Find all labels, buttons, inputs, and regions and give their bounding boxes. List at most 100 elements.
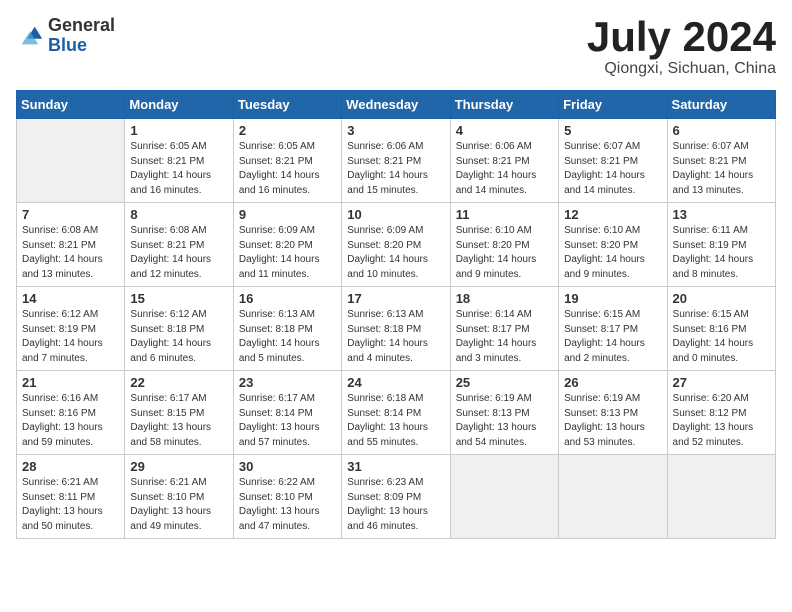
calendar-cell: 5 Sunrise: 6:07 AMSunset: 8:21 PMDaylight… (559, 119, 667, 203)
logo-text: General Blue (48, 16, 115, 56)
logo-general: General (48, 16, 115, 36)
calendar-cell: 10 Sunrise: 6:09 AMSunset: 8:20 PMDayligh… (342, 203, 450, 287)
day-info: Sunrise: 6:05 AMSunset: 8:21 PMDaylight:… (130, 140, 227, 198)
weekday-header: Monday (125, 91, 233, 119)
day-info: Sunrise: 6:06 AMSunset: 8:21 PMDaylight:… (347, 140, 444, 198)
day-info: Sunrise: 6:09 AMSunset: 8:20 PMDaylight:… (347, 224, 444, 282)
calendar-cell (559, 455, 667, 539)
calendar-cell: 18 Sunrise: 6:14 AMSunset: 8:17 PMDayligh… (450, 287, 558, 371)
weekday-header-row: SundayMondayTuesdayWednesdayThursdayFrid… (17, 91, 776, 119)
weekday-header: Thursday (450, 91, 558, 119)
calendar-cell: 27 Sunrise: 6:20 AMSunset: 8:12 PMDayligh… (667, 371, 775, 455)
day-info: Sunrise: 6:21 AMSunset: 8:10 PMDaylight:… (130, 476, 227, 534)
calendar-cell: 8Sunrise: 6:08 AMSunset: 8:21 PMDaylight… (125, 203, 233, 287)
day-info: Sunrise: 6:18 AMSunset: 8:14 PMDaylight:… (347, 392, 444, 450)
day-number: 3 (347, 123, 444, 138)
day-number: 11 (456, 207, 553, 222)
page-header: General Blue July 2024 Qiongxi, Sichuan,… (16, 16, 776, 78)
day-number: 15 (130, 291, 227, 306)
calendar-cell: 22Sunrise: 6:17 AMSunset: 8:15 PMDayligh… (125, 371, 233, 455)
day-number: 2 (239, 123, 336, 138)
calendar-cell: 4 Sunrise: 6:06 AMSunset: 8:21 PMDaylight… (450, 119, 558, 203)
day-info: Sunrise: 6:20 AMSunset: 8:12 PMDaylight:… (673, 392, 770, 450)
weekday-header: Saturday (667, 91, 775, 119)
calendar-cell: 1 Sunrise: 6:05 AMSunset: 8:21 PMDaylight… (125, 119, 233, 203)
day-info: Sunrise: 6:21 AMSunset: 8:11 PMDaylight:… (22, 476, 119, 534)
day-info: Sunrise: 6:07 AMSunset: 8:21 PMDaylight:… (673, 140, 770, 198)
day-info: Sunrise: 6:13 AMSunset: 8:18 PMDaylight:… (239, 308, 336, 366)
calendar-cell: 15 Sunrise: 6:12 AMSunset: 8:18 PMDayligh… (125, 287, 233, 371)
logo-blue: Blue (48, 36, 115, 56)
day-info: Sunrise: 6:13 AMSunset: 8:18 PMDaylight:… (347, 308, 444, 366)
calendar-cell: 26Sunrise: 6:19 AMSunset: 8:13 PMDayligh… (559, 371, 667, 455)
weekday-header: Sunday (17, 91, 125, 119)
calendar-cell: 3 Sunrise: 6:06 AMSunset: 8:21 PMDaylight… (342, 119, 450, 203)
day-number: 5 (564, 123, 661, 138)
day-info: Sunrise: 6:15 AMSunset: 8:17 PMDaylight:… (564, 308, 661, 366)
day-number: 12 (564, 207, 661, 222)
day-info: Sunrise: 6:15 AMSunset: 8:16 PMDaylight:… (673, 308, 770, 366)
day-number: 31 (347, 459, 444, 474)
calendar-cell (17, 119, 125, 203)
calendar-cell: 23 Sunrise: 6:17 AMSunset: 8:14 PMDayligh… (233, 371, 341, 455)
calendar-cell (667, 455, 775, 539)
calendar-cell: 11Sunrise: 6:10 AMSunset: 8:20 PMDayligh… (450, 203, 558, 287)
weekday-header: Wednesday (342, 91, 450, 119)
calendar-week-row: 7 Sunrise: 6:08 AMSunset: 8:21 PMDaylight… (17, 203, 776, 287)
calendar-cell: 29 Sunrise: 6:21 AMSunset: 8:10 PMDayligh… (125, 455, 233, 539)
day-info: Sunrise: 6:09 AMSunset: 8:20 PMDaylight:… (239, 224, 336, 282)
day-info: Sunrise: 6:14 AMSunset: 8:17 PMDaylight:… (456, 308, 553, 366)
calendar-cell (450, 455, 558, 539)
day-number: 20 (673, 291, 770, 306)
day-number: 6 (673, 123, 770, 138)
day-info: Sunrise: 6:12 AMSunset: 8:18 PMDaylight:… (130, 308, 227, 366)
day-number: 10 (347, 207, 444, 222)
day-info: Sunrise: 6:07 AMSunset: 8:21 PMDaylight:… (564, 140, 661, 198)
day-number: 25 (456, 375, 553, 390)
day-info: Sunrise: 6:22 AMSunset: 8:10 PMDaylight:… (239, 476, 336, 534)
day-info: Sunrise: 6:10 AMSunset: 8:20 PMDaylight:… (564, 224, 661, 282)
calendar-week-row: 28 Sunrise: 6:21 AMSunset: 8:11 PMDayligh… (17, 455, 776, 539)
logo: General Blue (16, 16, 115, 56)
calendar-cell: 25 Sunrise: 6:19 AMSunset: 8:13 PMDayligh… (450, 371, 558, 455)
day-number: 27 (673, 375, 770, 390)
day-number: 16 (239, 291, 336, 306)
day-number: 7 (22, 207, 119, 222)
calendar-week-row: 1 Sunrise: 6:05 AMSunset: 8:21 PMDaylight… (17, 119, 776, 203)
day-number: 17 (347, 291, 444, 306)
day-number: 1 (130, 123, 227, 138)
day-info: Sunrise: 6:16 AMSunset: 8:16 PMDaylight:… (22, 392, 119, 450)
day-info: Sunrise: 6:17 AMSunset: 8:14 PMDaylight:… (239, 392, 336, 450)
calendar-week-row: 14 Sunrise: 6:12 AMSunset: 8:19 PMDayligh… (17, 287, 776, 371)
calendar-cell: 2 Sunrise: 6:05 AMSunset: 8:21 PMDaylight… (233, 119, 341, 203)
weekday-header: Tuesday (233, 91, 341, 119)
calendar-cell: 6 Sunrise: 6:07 AMSunset: 8:21 PMDaylight… (667, 119, 775, 203)
day-number: 18 (456, 291, 553, 306)
day-number: 19 (564, 291, 661, 306)
calendar-cell: 19 Sunrise: 6:15 AMSunset: 8:17 PMDayligh… (559, 287, 667, 371)
day-number: 9 (239, 207, 336, 222)
day-info: Sunrise: 6:12 AMSunset: 8:19 PMDaylight:… (22, 308, 119, 366)
day-number: 22 (130, 375, 227, 390)
calendar-cell: 7Sunrise: 6:08 AMSunset: 8:21 PMDaylight… (17, 203, 125, 287)
day-info: Sunrise: 6:19 AMSunset: 8:13 PMDaylight:… (456, 392, 553, 450)
logo-icon (16, 22, 44, 50)
day-info: Sunrise: 6:23 AMSunset: 8:09 PMDaylight:… (347, 476, 444, 534)
day-number: 4 (456, 123, 553, 138)
calendar-cell: 31 Sunrise: 6:23 AMSunset: 8:09 PMDayligh… (342, 455, 450, 539)
day-info: Sunrise: 6:06 AMSunset: 8:21 PMDaylight:… (456, 140, 553, 198)
calendar-cell: 21 Sunrise: 6:16 AMSunset: 8:16 PMDayligh… (17, 371, 125, 455)
calendar-cell: 30 Sunrise: 6:22 AMSunset: 8:10 PMDayligh… (233, 455, 341, 539)
calendar-cell: 24Sunrise: 6:18 AMSunset: 8:14 PMDayligh… (342, 371, 450, 455)
day-info: Sunrise: 6:08 AMSunset: 8:21 PMDaylight:… (130, 224, 227, 282)
day-info: Sunrise: 6:05 AMSunset: 8:21 PMDaylight:… (239, 140, 336, 198)
day-number: 30 (239, 459, 336, 474)
calendar-week-row: 21 Sunrise: 6:16 AMSunset: 8:16 PMDayligh… (17, 371, 776, 455)
day-number: 23 (239, 375, 336, 390)
day-number: 21 (22, 375, 119, 390)
day-number: 29 (130, 459, 227, 474)
day-number: 14 (22, 291, 119, 306)
calendar-cell: 14 Sunrise: 6:12 AMSunset: 8:19 PMDayligh… (17, 287, 125, 371)
day-number: 28 (22, 459, 119, 474)
calendar-cell: 9 Sunrise: 6:09 AMSunset: 8:20 PMDaylight… (233, 203, 341, 287)
